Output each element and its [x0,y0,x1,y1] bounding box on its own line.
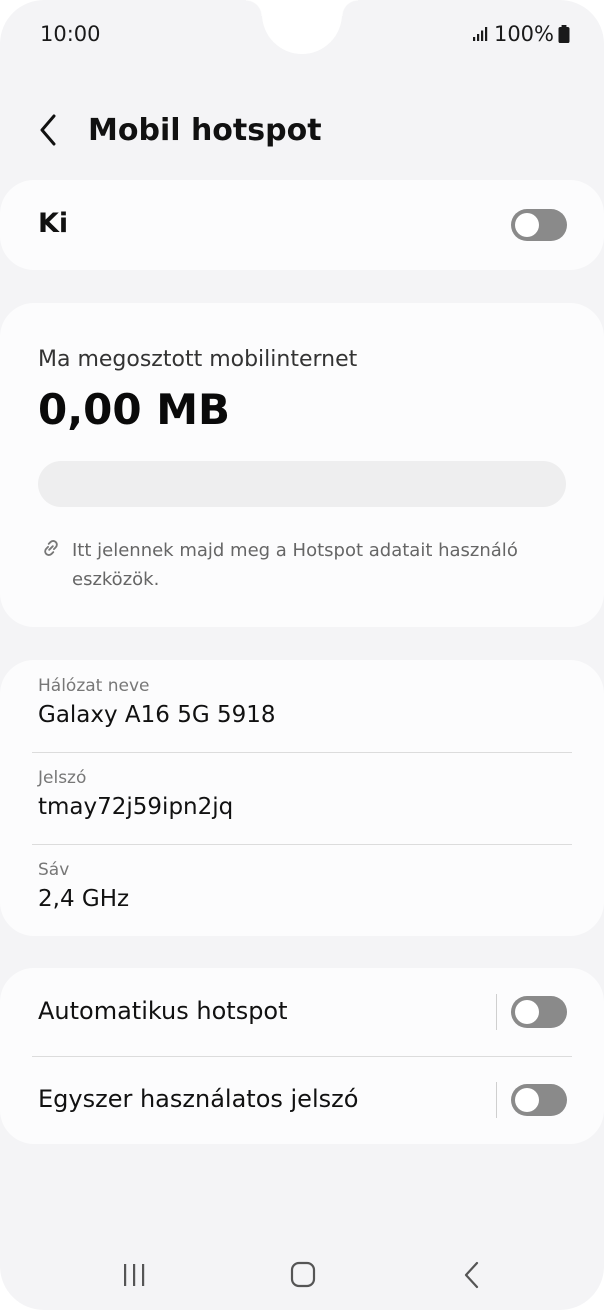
password-item[interactable]: Jelszó tmay72j59ipn2jq [38,768,572,820]
network-name-item[interactable]: Hálózat neve Galaxy A16 5G 5918 [38,676,572,728]
link-icon [44,540,58,556]
hotspot-state-label: Ki [38,208,69,239]
usage-label: Ma megosztott mobilinternet [38,347,358,372]
usage-progress-bar [38,461,566,507]
network-name-value: Galaxy A16 5G 5918 [38,702,276,728]
battery-icon [558,25,570,43]
auto-hotspot-row[interactable]: Automatikus hotspot [0,968,604,1056]
status-time: 10:00 [40,22,101,46]
battery-percent: 100% [493,22,554,46]
navigation-bar [0,1240,604,1310]
auto-hotspot-label: Automatikus hotspot [38,997,288,1025]
nav-back-icon[interactable] [452,1258,492,1292]
password-label: Jelszó [38,768,87,788]
one-time-password-label: Egyszer használatos jelszó [38,1085,359,1113]
divider [32,844,572,845]
page-title: Mobil hotspot [88,112,322,148]
toggle-knob [515,1088,539,1112]
screen: 10:00 100% Mobil hotspot Ki Ma megosztot… [0,0,604,1310]
usage-card: Ma megosztott mobilinternet 0,00 MB Itt … [0,303,604,627]
app-header: Mobil hotspot [34,108,322,152]
divider [32,752,572,753]
toggle-knob [515,213,539,237]
band-label: Sáv [38,860,70,880]
one-time-password-row[interactable]: Egyszer használatos jelszó [0,1056,604,1144]
hotspot-toggle[interactable] [511,209,567,241]
band-value: 2,4 GHz [38,886,130,912]
status-bar: 10:00 100% [40,20,570,50]
auto-hotspot-toggle[interactable] [511,996,567,1028]
options-card: Automatikus hotspot Egyszer használatos … [0,968,604,1144]
vertical-separator [496,1082,497,1118]
vertical-separator [496,994,497,1030]
one-time-password-toggle[interactable] [511,1084,567,1116]
band-item[interactable]: Sáv 2,4 GHz [38,860,572,912]
back-arrow-icon[interactable] [34,110,64,150]
signal-icon [472,27,488,41]
usage-value: 0,00 MB [38,385,231,434]
password-value: tmay72j59ipn2jq [38,794,234,820]
home-icon[interactable] [283,1258,323,1292]
hotspot-master-switch-card[interactable]: Ki [0,180,604,270]
recents-icon[interactable] [114,1258,154,1292]
network-settings-card: Hálózat neve Galaxy A16 5G 5918 Jelszó t… [0,660,604,936]
connected-devices-hint: Itt jelennek majd meg a Hotspot adatait … [72,540,518,590]
status-right: 100% [472,22,570,46]
network-name-label: Hálózat neve [38,676,150,696]
toggle-knob [515,1000,539,1024]
